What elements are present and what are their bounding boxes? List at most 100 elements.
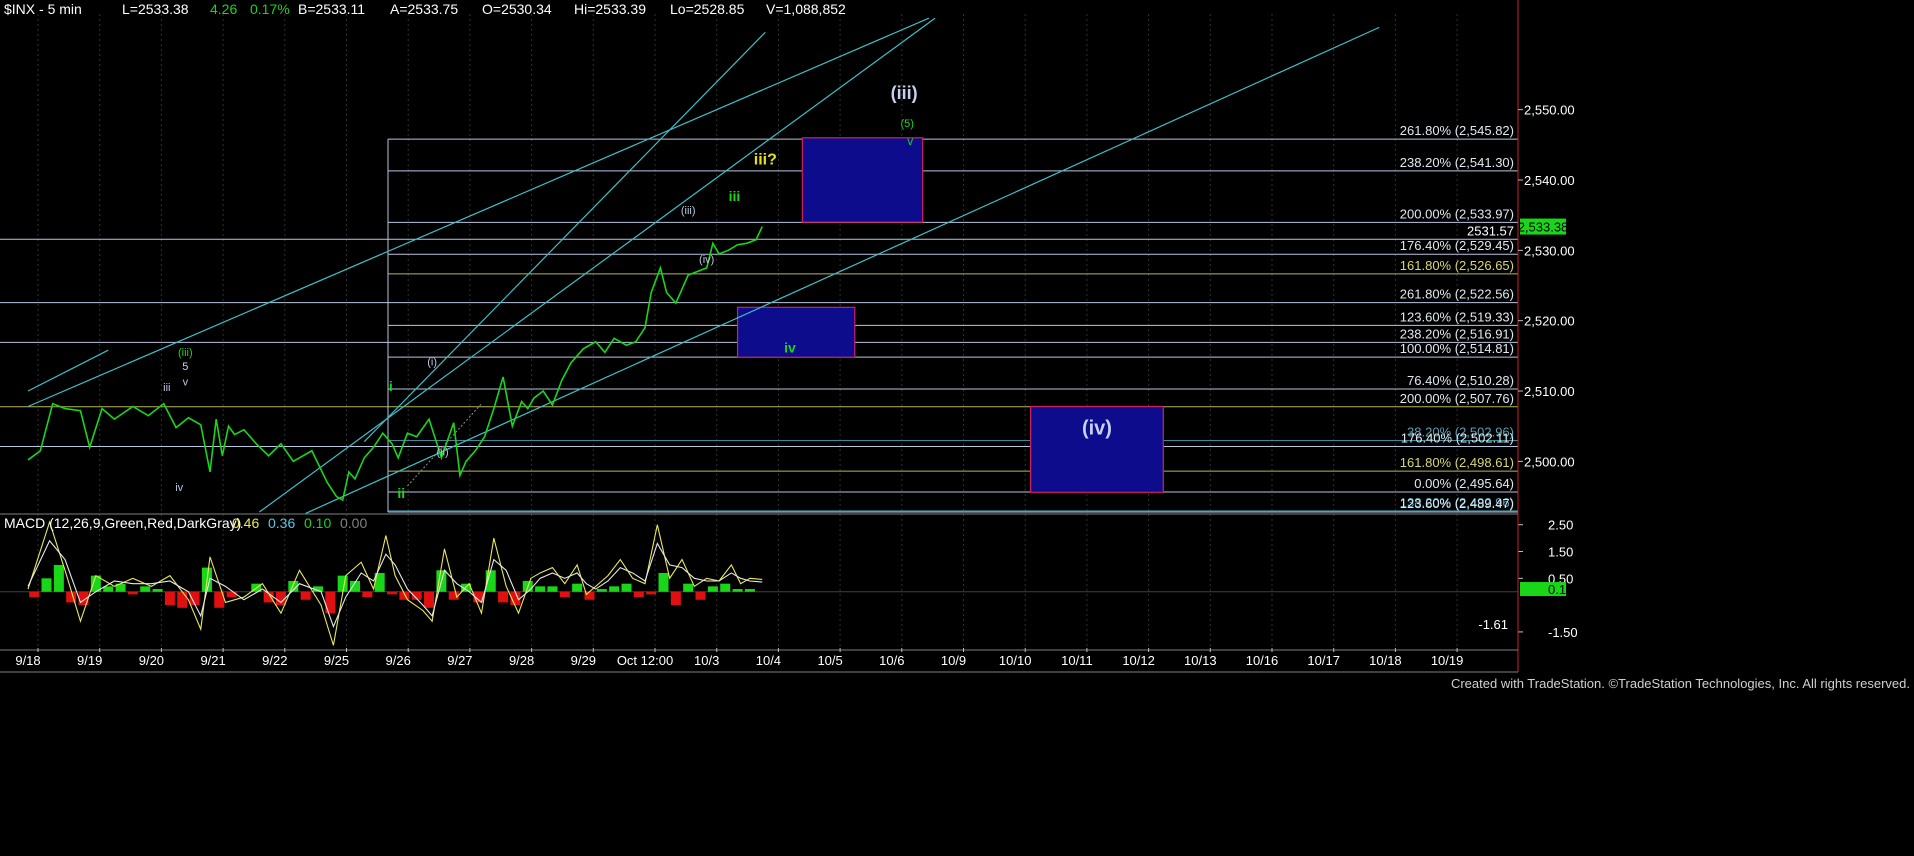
macd-histogram-bar: [707, 586, 718, 592]
wave-label: ii: [397, 485, 405, 501]
y-tick-label: 2,500.00: [1524, 454, 1575, 469]
footer-credit: Created with TradeStation. ©TradeStation…: [1451, 676, 1910, 691]
x-tick-label: Oct 12:00: [617, 653, 673, 668]
wave-label: (5): [900, 118, 913, 130]
fib-level-label: 238.20% (2,516.91): [1400, 326, 1514, 341]
target-box-label: (iv): [1082, 417, 1112, 439]
header-field: 4.26: [210, 1, 237, 17]
macd-tick-label: 2.50: [1548, 518, 1573, 533]
macd-histogram-bar: [695, 591, 706, 600]
header-field: 0.17%: [250, 1, 290, 17]
macd-tick-label: -1.50: [1548, 625, 1578, 640]
macd-value: 0.46: [232, 515, 259, 531]
macd-histogram-bar: [337, 575, 348, 592]
fib-level-label: 261.80% (2,522.56): [1400, 287, 1514, 302]
chart-svg: 261.80% (2,545.82) 238.20% (2,541.30) 200.…: [0, 0, 1914, 856]
macd-histogram-bar: [41, 578, 52, 592]
wave-label: iv: [175, 482, 183, 494]
footer-bg: [0, 674, 1914, 856]
header-field: L=2533.38: [122, 1, 189, 17]
fib-level-label: 200.00% (2,507.76): [1400, 391, 1514, 406]
x-tick-label: 10/6: [879, 653, 904, 668]
macd-last-label: 0.10: [1548, 582, 1573, 597]
header-field: Hi=2533.39: [574, 1, 646, 17]
macd-histogram-bar: [127, 591, 138, 595]
macd-histogram-bar: [29, 591, 40, 598]
header-field: B=2533.11: [298, 1, 365, 17]
wave-label: v: [183, 376, 189, 388]
x-tick-label: 9/29: [571, 653, 596, 668]
macd-histogram-bar: [720, 583, 731, 592]
x-tick-label: 10/4: [756, 653, 781, 668]
y-tick-label: 2,510.00: [1524, 384, 1575, 399]
macd-histogram-bar: [535, 586, 546, 592]
x-tick-label: 10/5: [817, 653, 842, 668]
macd-title: MACD (12,26,9,Green,Red,DarkGray): [4, 515, 241, 531]
fib-level-label: 0.00% (2,495.64): [1414, 476, 1514, 491]
header-field: O=2530.34: [482, 1, 552, 17]
macd-histogram-bar: [633, 591, 644, 598]
y-tick-label: 2,530.00: [1524, 243, 1575, 258]
wave-label: (iii): [891, 83, 918, 103]
header-field: Lo=2528.85: [670, 1, 745, 17]
wave-label: (iv): [699, 254, 714, 266]
macd-histogram-bar: [53, 564, 64, 592]
wave-label: iii: [729, 188, 741, 204]
macd-histogram-bar: [424, 591, 435, 608]
x-tick-label: 10/9: [941, 653, 966, 668]
price-note-label: 2531.57: [1467, 223, 1514, 238]
x-tick-label: 10/11: [1061, 653, 1093, 668]
macd-histogram-bar: [744, 589, 755, 592]
wave-label: (ii): [437, 447, 449, 459]
macd-value: 0.00: [340, 515, 367, 531]
y-tick-label: 2,550.00: [1524, 103, 1575, 118]
wave-label: iii: [163, 382, 170, 394]
macd-histogram-bar: [646, 591, 657, 595]
macd-tick-label: 1.50: [1548, 545, 1573, 560]
fib-level-label: 200.00% (2,533.97): [1400, 206, 1514, 221]
wave-label: (iii): [681, 205, 696, 217]
x-tick-label: 10/18: [1369, 653, 1402, 668]
macd-histogram-bar: [164, 591, 175, 606]
macd-value: 0.10: [304, 515, 331, 531]
fib-level-label: 176.40% (2,502.11): [1401, 431, 1514, 446]
header-field: A=2533.75: [390, 1, 458, 17]
target-box-iv-small: [736, 306, 856, 358]
macd-histogram-bar: [498, 591, 509, 603]
x-tick-label: 10/17: [1307, 653, 1340, 668]
symbol-label: $INX - 5 min: [4, 1, 82, 17]
fib-level-label: 261.80% (2,545.82): [1400, 123, 1514, 138]
last-price-label: 2,533.38: [1518, 220, 1569, 235]
wave-label: (iii): [178, 347, 193, 359]
macd-histogram-bar: [226, 591, 237, 598]
target-box-iii: [801, 137, 924, 223]
macd-min-label: -1.61: [1478, 617, 1508, 632]
macd-value: 0.36: [268, 515, 295, 531]
wave-label: 5: [182, 361, 188, 373]
fib-level-label: 123.60% (2,519.33): [1400, 309, 1514, 324]
wave-label: iv: [784, 339, 796, 355]
fib-level-label: 176.40% (2,529.45): [1400, 238, 1514, 253]
macd-histogram-bar: [670, 591, 681, 606]
x-tick-label: 9/26: [386, 653, 411, 668]
x-tick-label: 9/19: [77, 653, 102, 668]
x-tick-label: 9/28: [509, 653, 534, 668]
macd-histogram-bar: [547, 586, 558, 592]
macd-histogram-bar: [362, 591, 373, 598]
macd-histogram-bar: [609, 586, 620, 592]
x-tick-label: 10/13: [1184, 653, 1217, 668]
macd-histogram-bar: [683, 583, 694, 592]
macd-histogram-bar: [559, 591, 570, 598]
fib-level-label: 123.60% (2,489.47): [1400, 496, 1514, 511]
fib-level-label: 100.00% (2,514.81): [1400, 341, 1514, 356]
macd-histogram-bar: [177, 591, 188, 608]
macd-histogram-bar: [325, 591, 336, 614]
y-tick-label: 2,540.00: [1524, 173, 1575, 188]
x-tick-label: 10/3: [694, 653, 719, 668]
x-tick-label: 10/19: [1431, 653, 1464, 668]
fib-level-label: 238.20% (2,541.30): [1400, 155, 1514, 170]
fib-level-label: 76.40% (2,510.28): [1407, 373, 1514, 388]
macd-histogram-bar: [621, 583, 632, 592]
x-tick-label: 9/22: [262, 653, 287, 668]
macd-histogram-bar: [300, 591, 311, 600]
